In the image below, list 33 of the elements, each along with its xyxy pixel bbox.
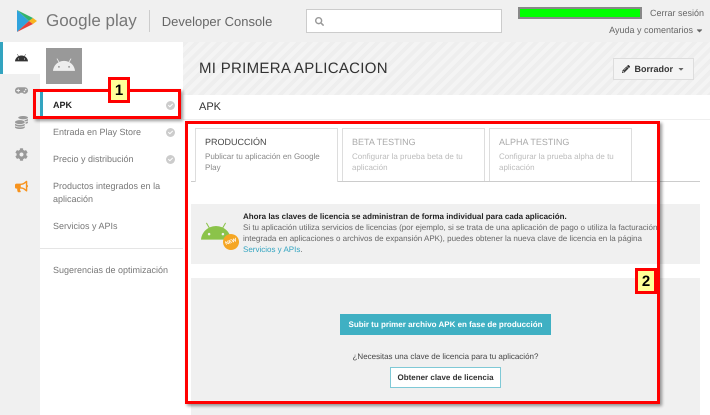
pencil-icon [622, 64, 630, 72]
annotation-number: 2 [635, 268, 657, 294]
search-icon [315, 16, 324, 26]
services-link[interactable]: Servicios y APIs [243, 245, 300, 254]
play-logo-icon [16, 9, 38, 33]
track-tab[interactable]: BETA TESTING Configurar la prueba beta de tu aplicación [342, 128, 485, 181]
app-title: MI PRIMERA APLICACION [199, 60, 388, 77]
notice-heading: Ahora las claves de licencia se administran de forma individual para cada aplicación. [243, 212, 568, 221]
status-dropdown[interactable]: Borrador [613, 58, 694, 80]
megaphone-icon [15, 180, 28, 192]
section-title: APK [183, 95, 710, 120]
sidebar-item[interactable]: Precio y distribución [40, 146, 183, 174]
sidebar-item[interactable]: Productos integrados en la aplicación [40, 173, 183, 214]
help-link[interactable]: Ayuda y comentarios [609, 25, 704, 35]
sidebar-item[interactable]: Sugerencias de optimización [40, 257, 183, 284]
android-icon [15, 52, 28, 64]
brand-name: Google play [46, 11, 137, 31]
sign-out-link[interactable]: Cerrar sesión [650, 8, 704, 18]
license-key-button[interactable]: Obtener clave de licencia [390, 366, 501, 388]
rail-button[interactable] [0, 42, 40, 74]
product-name: Developer Console [162, 14, 272, 28]
upload-button[interactable]: Subir tu primer archivo APK en fase de producción [340, 314, 552, 335]
track-tab[interactable]: ALPHA TESTING Configurar la prueba alpha de tu aplicación [489, 128, 632, 181]
annotation-number: 1 [108, 77, 130, 103]
license-question: ¿Necesitas una clave de licencia para tu aplicación? [352, 352, 538, 361]
track-tab[interactable]: PRODUCCIÓN Publicar tu aplicación en Google Play [195, 128, 338, 182]
app-icon [46, 48, 82, 84]
notice-text: Si tu aplicación utiliza servicios de licencias (por ejemplo, si se trata de una aplicación de pago o utiliza la facturación integrada en aplicaciones o archivos de expansión APK), puedes obtener la nueva clave de licencia en la página Servicios y APIs. [243, 222, 658, 256]
search-field[interactable] [306, 9, 502, 33]
sidebar-item[interactable]: Servicios y APIs [40, 213, 183, 240]
sidebar-item[interactable]: Entrada en Play Store [40, 119, 183, 146]
coins-icon [15, 116, 28, 128]
settings-icon [15, 148, 28, 160]
